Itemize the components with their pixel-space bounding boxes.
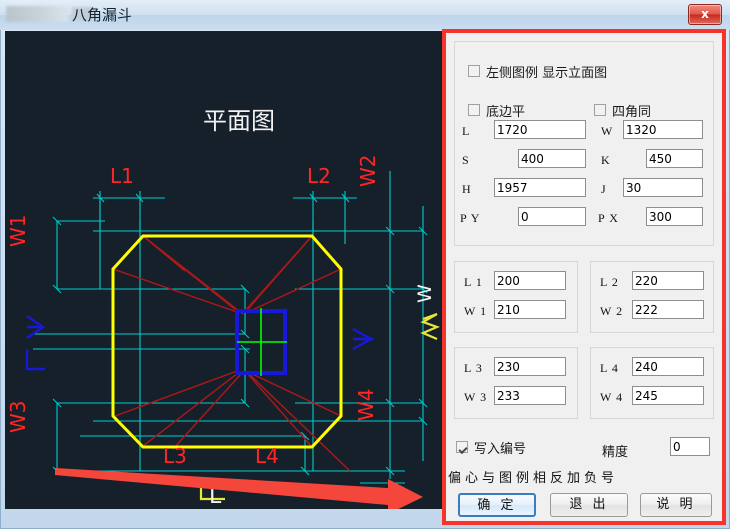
label-w3: W3: [6, 401, 30, 434]
field-label-k: K: [601, 153, 611, 167]
field-label-h: H: [462, 182, 472, 196]
field-input-w4[interactable]: [632, 386, 704, 405]
precision-input[interactable]: [670, 437, 710, 456]
field-label-l3: L 3: [464, 361, 483, 375]
field-label-l1: L 1: [464, 275, 483, 289]
label-w2: W2: [356, 155, 380, 188]
label-w4: W4: [354, 389, 378, 422]
field-label-py: P Y: [460, 211, 481, 225]
confirm-button[interactable]: 确 定: [458, 493, 536, 517]
label-l4: L4: [255, 444, 279, 468]
checkbox-four-corners-same-label: 四角同: [612, 105, 652, 120]
field-label-w3: W 3: [464, 390, 488, 404]
parameter-panel-body: 左侧图例 显示立面图 底边平 四角同 L W S K H J P Y: [446, 33, 722, 521]
redacted-title-block: [6, 6, 68, 22]
field-input-l[interactable]: [494, 120, 586, 139]
field-input-h[interactable]: [494, 178, 586, 197]
checkbox-bottom-flat[interactable]: [468, 104, 480, 116]
checkbox-left-legend-label: 左侧图例 显示立面图: [486, 66, 608, 81]
plan-view-title: 平面图: [203, 107, 275, 135]
exit-button[interactable]: 退 出: [550, 493, 628, 517]
field-input-l2[interactable]: [632, 271, 704, 290]
field-input-w[interactable]: [623, 120, 703, 139]
parameter-panel: 左侧图例 显示立面图 底边平 四角同 L W S K H J P Y: [442, 29, 726, 525]
checkbox-left-legend[interactable]: [468, 65, 480, 77]
field-label-j: J: [601, 182, 607, 196]
label-w1: W1: [6, 215, 30, 248]
label-l2: L2: [307, 164, 331, 188]
field-input-w1[interactable]: [494, 300, 566, 319]
field-input-py[interactable]: [518, 207, 586, 226]
field-input-l3[interactable]: [494, 357, 566, 376]
field-input-l4[interactable]: [632, 357, 704, 376]
field-label-w2: W 2: [600, 304, 624, 318]
field-label-w1: W 1: [464, 304, 488, 318]
checkbox-four-corners-same[interactable]: [594, 104, 606, 116]
field-input-w2[interactable]: [632, 300, 704, 319]
checkbox-bottom-flat-label: 底边平: [486, 105, 526, 120]
field-input-k[interactable]: [646, 149, 703, 168]
field-label-l4: L 4: [600, 361, 619, 375]
field-input-px[interactable]: [646, 207, 703, 226]
application-window: 八角漏斗 x L1 L2 L3 L4 W1 W2 W3 W4 平面图 W L 左…: [0, 0, 730, 529]
field-label-w4: W 4: [600, 390, 624, 404]
field-input-w3[interactable]: [494, 386, 566, 405]
label-l1: L1: [110, 164, 134, 188]
field-label-px: P X: [598, 211, 619, 225]
title-bar: 八角漏斗 x: [0, 0, 730, 30]
close-button[interactable]: x: [688, 4, 722, 25]
label-l3: L3: [163, 444, 187, 468]
field-input-l1[interactable]: [494, 271, 566, 290]
precision-label: 精度: [602, 445, 629, 460]
checkbox-write-number[interactable]: [456, 441, 468, 453]
checkbox-write-number-label: 写入编号: [474, 442, 527, 457]
field-label-l2: L 2: [600, 275, 619, 289]
field-label-l: L: [462, 124, 471, 138]
field-label-s: S: [462, 153, 470, 167]
eccentricity-hint: 偏心与图例相反加负号: [448, 471, 619, 486]
window-title: 八角漏斗: [72, 6, 133, 24]
help-button[interactable]: 说 明: [640, 493, 712, 517]
field-input-j[interactable]: [623, 178, 703, 197]
field-label-w: W: [601, 124, 614, 138]
field-input-s[interactable]: [518, 149, 586, 168]
overall-width-label: W: [414, 284, 436, 303]
